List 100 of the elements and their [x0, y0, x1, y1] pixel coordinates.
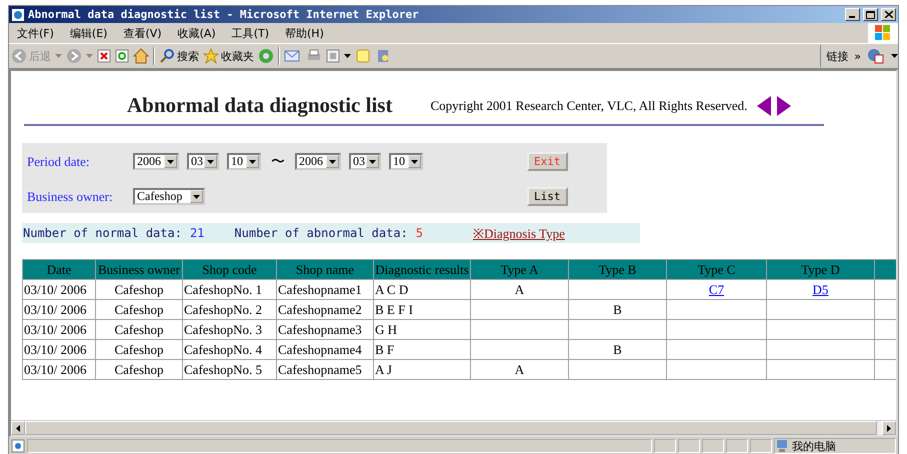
maximize-icon — [866, 10, 875, 18]
table-cell: CafeshopNo. 3 — [184, 322, 262, 336]
table-cell: A — [514, 282, 524, 296]
table-cell: Cafeshop — [114, 282, 164, 296]
table-cell: Cafeshopname5 — [278, 362, 362, 376]
caret-icon[interactable] — [167, 160, 174, 164]
status-panel — [654, 439, 676, 453]
normal-count-label: Number of normal data: — [23, 226, 182, 240]
scrollbar-thumb[interactable] — [25, 421, 877, 435]
table-cell: Cafeshop — [114, 322, 164, 336]
caret-icon[interactable] — [329, 160, 336, 164]
table-cell: CafeshopNo. 5 — [184, 362, 262, 376]
search-icon — [159, 48, 175, 64]
left-arrow-icon — [16, 424, 20, 432]
table-cell: 03/10/ 2006 — [24, 342, 86, 356]
table-cell: A — [514, 362, 524, 376]
scroll-right-button[interactable] — [882, 421, 896, 435]
table-cell: Cafeshopname1 — [278, 282, 362, 296]
caret-icon[interactable] — [411, 160, 418, 164]
zone-label: 我的电脑 — [792, 438, 836, 454]
minimize-button[interactable] — [845, 8, 860, 21]
right-arrow-icon — [887, 424, 891, 432]
menu-item[interactable]: 帮助(H) — [277, 26, 332, 40]
menu-item[interactable]: 文件(F) — [9, 26, 62, 40]
table-cell: 03/10/ 2006 — [24, 282, 86, 296]
table-cell: CafeshopNo. 1 — [184, 282, 262, 296]
table-cell: B E F I — [375, 302, 413, 316]
table-cell: Cafeshop — [114, 362, 164, 376]
table-cell: 03/10/ 2006 — [24, 362, 86, 376]
previous-arrow-icon[interactable] — [757, 96, 772, 116]
dropdown[interactable]: 2006 — [133, 153, 179, 170]
close-button[interactable] — [881, 8, 896, 21]
table-cell: B — [613, 342, 622, 356]
dropdown[interactable]: 03 — [187, 153, 219, 170]
type-link[interactable]: C7 — [708, 282, 724, 296]
caret-icon[interactable] — [193, 194, 200, 198]
column-header: Diagnostic results — [374, 260, 470, 280]
status-panel — [750, 439, 772, 453]
stop-icon[interactable] — [97, 49, 111, 63]
column-header: Shop name — [276, 260, 374, 280]
pdf-icon[interactable] — [867, 48, 885, 64]
caret-icon[interactable] — [207, 160, 214, 164]
business-owner-label: Business owner: — [27, 188, 114, 204]
star-icon — [203, 48, 219, 64]
links-label[interactable]: 链接 — [826, 48, 848, 64]
column-header: Type D — [766, 260, 874, 280]
table-cell: Cafeshopname3 — [278, 322, 362, 336]
table-cell: A C D — [375, 282, 408, 296]
normal-count: 21 — [190, 226, 204, 240]
table-cell: Cafeshopname4 — [278, 342, 362, 356]
column-header: Date — [22, 260, 96, 280]
status-panel — [726, 439, 748, 453]
menu-item[interactable]: 编辑(E) — [62, 26, 116, 40]
table-cell: A J — [375, 362, 392, 376]
table-cell: 03/10/ 2006 — [24, 322, 86, 336]
home-icon[interactable] — [133, 48, 149, 64]
scroll-left-button[interactable] — [11, 421, 25, 435]
table-cell: CafeshopNo. 4 — [184, 342, 262, 356]
dropdown[interactable]: 10 — [389, 153, 423, 170]
table-cell: Cafeshop — [114, 302, 164, 316]
caret-icon[interactable] — [249, 160, 256, 164]
column-header: Type B — [568, 260, 666, 280]
mail-icon[interactable] — [284, 49, 302, 63]
table-cell: Cafeshop — [114, 342, 164, 356]
windows-logo-icon — [874, 25, 892, 41]
list-button[interactable]: List — [527, 187, 568, 206]
browser-icon — [11, 8, 25, 22]
status-panel — [702, 439, 724, 453]
dropdown-caret-icon[interactable] — [891, 54, 898, 58]
chevron-label[interactable]: » — [854, 50, 861, 62]
window-title: Abnormal data diagnostic list - Microsoft Internet Explorer — [28, 8, 420, 21]
close-icon — [884, 11, 892, 18]
period-date-label: Period date: — [27, 154, 90, 170]
dropdown[interactable]: 2006 — [295, 153, 341, 170]
search-button[interactable]: 搜索 — [159, 48, 199, 64]
refresh-icon[interactable] — [115, 49, 129, 63]
next-arrow-icon[interactable] — [777, 96, 792, 116]
dropdown[interactable]: 10 — [227, 153, 261, 170]
menu-item[interactable]: 查看(V) — [115, 26, 170, 40]
page-heading: Abnormal data diagnostic list — [127, 93, 392, 118]
maximize-button[interactable] — [863, 8, 878, 21]
table-cell: B — [613, 302, 622, 316]
table-cell: CafeshopNo. 2 — [184, 302, 262, 316]
menu-item[interactable]: 收藏(A) — [170, 26, 224, 40]
menu-item[interactable]: 工具(T) — [224, 26, 277, 40]
range-separator: 〜 — [271, 154, 285, 170]
abnormal-count-label: Number of abnormal data: — [234, 226, 408, 240]
copyright-text: Copyright 2001 Research Center, VLC, All Rights Reserved. — [430, 98, 748, 114]
dropdown-caret-icon[interactable] — [344, 54, 351, 58]
column-header: Type A — [470, 260, 568, 280]
dropdown[interactable]: 03 — [349, 153, 381, 170]
abnormal-count: 5 — [416, 226, 424, 240]
dropdown[interactable]: Cafeshop — [133, 188, 205, 205]
table-cell: B F — [375, 342, 394, 356]
diagnosis-type-link[interactable]: ※Diagnosis Type — [473, 224, 565, 242]
status-panel — [678, 439, 700, 453]
type-link[interactable]: D5 — [812, 282, 828, 296]
favorites-button[interactable]: 收藏夹 — [203, 48, 254, 64]
caret-icon[interactable] — [369, 160, 376, 164]
table-cell: 03/10/ 2006 — [24, 302, 86, 316]
